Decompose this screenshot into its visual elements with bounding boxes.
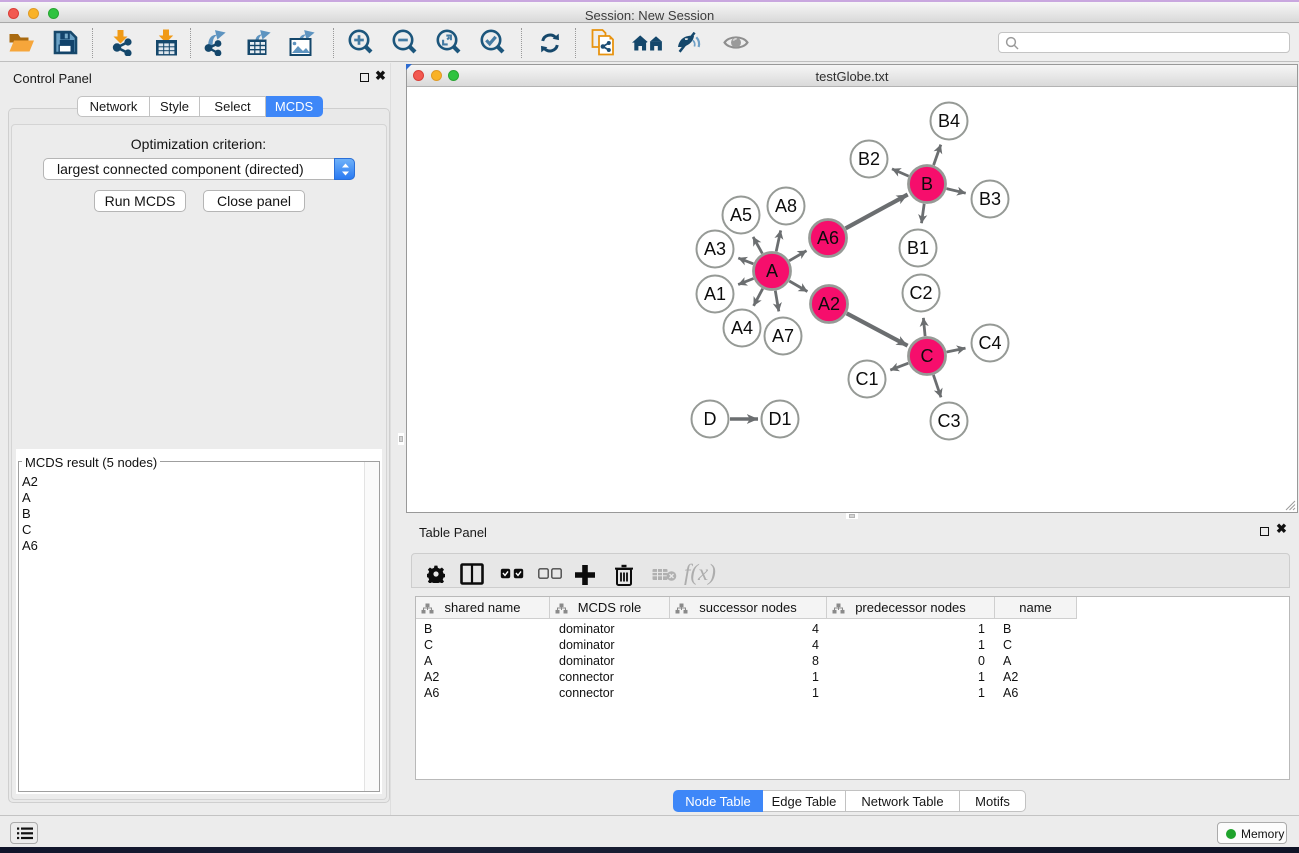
svg-text:A3: A3 bbox=[704, 239, 726, 259]
svg-text:D1: D1 bbox=[768, 409, 791, 429]
svg-text:B3: B3 bbox=[979, 189, 1001, 209]
svg-text:C3: C3 bbox=[937, 411, 960, 431]
svg-text:C: C bbox=[921, 346, 934, 366]
svg-text:A2: A2 bbox=[818, 294, 840, 314]
svg-text:C2: C2 bbox=[909, 283, 932, 303]
svg-text:A: A bbox=[766, 261, 778, 281]
svg-text:C1: C1 bbox=[855, 369, 878, 389]
svg-text:A5: A5 bbox=[730, 205, 752, 225]
svg-text:A8: A8 bbox=[775, 196, 797, 216]
svg-text:B: B bbox=[921, 174, 933, 194]
svg-text:C4: C4 bbox=[978, 333, 1001, 353]
svg-text:D: D bbox=[704, 409, 717, 429]
svg-text:B2: B2 bbox=[858, 149, 880, 169]
svg-text:A4: A4 bbox=[731, 318, 753, 338]
svg-text:A1: A1 bbox=[704, 284, 726, 304]
svg-text:B1: B1 bbox=[907, 238, 929, 258]
svg-text:A7: A7 bbox=[772, 326, 794, 346]
svg-text:A6: A6 bbox=[817, 228, 839, 248]
svg-text:B4: B4 bbox=[938, 111, 960, 131]
